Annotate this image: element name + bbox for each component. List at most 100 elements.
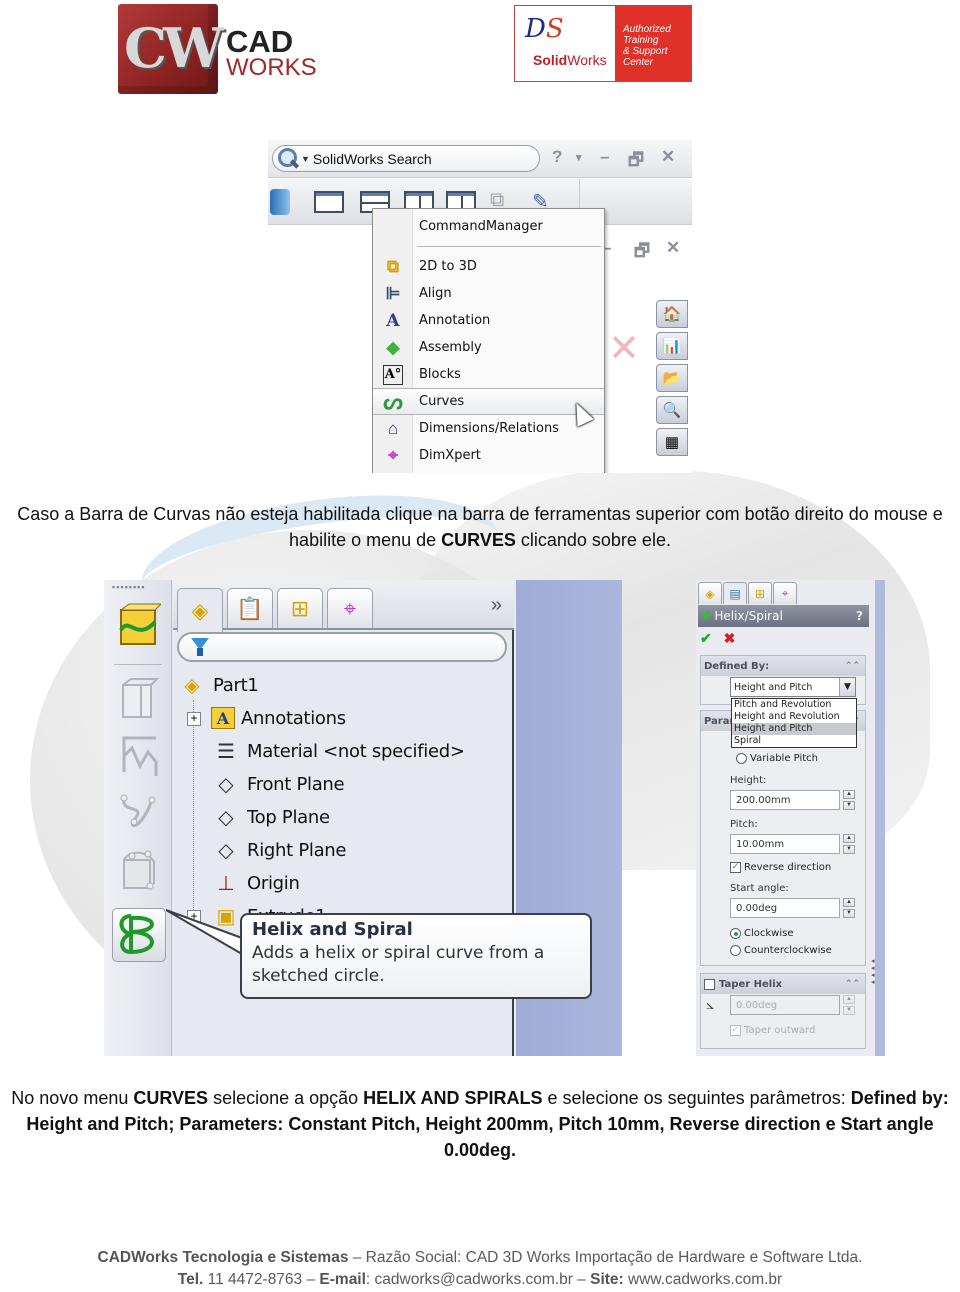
menu-item-2d-to-3d[interactable]: ⧉ 2D to 3D bbox=[373, 253, 604, 280]
taper-angle-input[interactable]: 0.00deg bbox=[730, 995, 840, 1015]
tab-property-manager[interactable]: ▤ bbox=[723, 582, 747, 604]
tab-feature-tree[interactable]: ◈ bbox=[177, 588, 223, 632]
home-icon[interactable]: 🏠 bbox=[656, 300, 688, 328]
option-pitch-and-revolution[interactable]: Pitch and Revolution bbox=[732, 699, 856, 711]
option-height-and-pitch[interactable]: Height and Pitch bbox=[732, 723, 856, 735]
menu-item-commandmanager[interactable]: CommandManager bbox=[373, 213, 604, 240]
option-spiral[interactable]: Spiral bbox=[732, 735, 856, 747]
help-button[interactable]: ? bbox=[856, 609, 863, 623]
site-link[interactable]: www.cadworks.com.br bbox=[624, 1271, 782, 1288]
tab-configuration-manager[interactable]: ⊞ bbox=[748, 582, 772, 604]
menu-item-align[interactable]: ⊫ Align bbox=[373, 280, 604, 307]
tab-dimxpert-manager[interactable]: ⌖ bbox=[327, 588, 373, 628]
tree-item-material[interactable]: ☰ Material <not specified> bbox=[211, 736, 465, 766]
cancel-button[interactable]: ✖ bbox=[724, 630, 736, 646]
option-height-and-revolution[interactable]: Height and Revolution bbox=[732, 711, 856, 723]
defined-by-header[interactable]: Defined By: ⌃⌃ bbox=[701, 656, 865, 676]
logo-works-text: WORKS bbox=[226, 54, 317, 81]
tab-property-manager[interactable]: 📋 bbox=[227, 588, 273, 628]
cadworks-logo: CW CAD WORKS bbox=[118, 4, 328, 96]
view-cube-icon[interactable] bbox=[270, 189, 290, 215]
pitch-spinner[interactable]: ▲ ▼ bbox=[843, 834, 855, 854]
screenshot-helix-property-manager: ◈ ▤ ⊞ ⌖ ꗃ Helix/Spiral ? ✔ ✖ Defined By:… bbox=[696, 580, 885, 1056]
tree-root-part[interactable]: ◈ Part1 bbox=[177, 670, 258, 700]
file-explorer-icon[interactable]: 📂 bbox=[656, 364, 688, 392]
tab-feature-tree[interactable]: ◈ bbox=[698, 582, 722, 604]
ok-cancel-bar: ✔ ✖ bbox=[700, 630, 735, 647]
design-library-icon[interactable]: 📊 bbox=[656, 332, 688, 360]
restore-icon[interactable]: 🗗 bbox=[628, 147, 644, 176]
tree-item-annotations[interactable]: A Annotations bbox=[211, 703, 346, 733]
search-3d-icon[interactable]: 🔍 bbox=[656, 396, 688, 424]
help-icon[interactable]: ? bbox=[552, 147, 562, 167]
height-spinner[interactable]: ▲ ▼ bbox=[843, 790, 855, 810]
clockwise-radio[interactable]: Clockwise bbox=[730, 928, 794, 939]
minimize-icon[interactable]: – bbox=[600, 147, 609, 167]
defined-by-select[interactable]: Height and Pitch ▼ bbox=[730, 677, 856, 697]
menu-item-dimxpert[interactable]: ⌖ DimXpert bbox=[373, 442, 604, 469]
context-menu: CommandManager ⧉ 2D to 3D ⊫ Align A Anno… bbox=[372, 208, 605, 473]
projected-curve-icon[interactable] bbox=[116, 676, 162, 722]
authorized-badge: Authorized Training & Support Center bbox=[615, 6, 691, 81]
toolbar-grip[interactable]: ▪▪▪▪▪▪▪▪ bbox=[112, 582, 146, 592]
feature-manager-tabs: ◈ 📋 ⊞ ⌖ » bbox=[173, 580, 514, 632]
split-line-icon[interactable] bbox=[116, 602, 162, 648]
menu-item-annotation[interactable]: A Annotation bbox=[373, 307, 604, 334]
close-icon[interactable]: ✕ bbox=[661, 147, 675, 167]
configuration-icon: ⊞ bbox=[754, 586, 766, 601]
doc-close-icon[interactable]: ✕ bbox=[666, 238, 680, 258]
start-angle-spinner[interactable]: ▲ ▼ bbox=[843, 898, 855, 918]
helix-spiral-button[interactable] bbox=[112, 908, 166, 962]
help-dropdown-icon[interactable]: ▾ bbox=[576, 151, 582, 164]
property-tabs: ◈ ▤ ⊞ ⌖ bbox=[696, 580, 875, 604]
tab-configuration-manager[interactable]: ⊞ bbox=[277, 588, 323, 628]
filter-input[interactable] bbox=[177, 632, 507, 662]
solidworks-name: SolidWorks bbox=[533, 52, 607, 68]
align-icon: ⊫ bbox=[385, 283, 401, 303]
reverse-direction-checkbox[interactable]: ✓ Reverse direction bbox=[730, 862, 831, 873]
height-input[interactable]: 200.00mm bbox=[730, 790, 840, 810]
property-manager-icon: ▤ bbox=[729, 586, 741, 601]
variable-pitch-radio[interactable]: Variable Pitch bbox=[736, 753, 818, 764]
taper-helix-checkbox[interactable] bbox=[704, 978, 717, 990]
curve-through-points-icon[interactable] bbox=[116, 790, 162, 836]
taper-helix-header[interactable]: Taper Helix ⌃⌃ bbox=[701, 974, 865, 994]
more-tabs-icon[interactable]: » bbox=[491, 594, 502, 617]
menu-item-assembly[interactable]: ◆ Assembly bbox=[373, 334, 604, 361]
instruction-paragraph-1: Caso a Barra de Curvas não esteja habili… bbox=[17, 504, 943, 550]
email-link[interactable]: : cadworks@cadworks.com.br – bbox=[366, 1271, 590, 1288]
collapse-icon[interactable]: ⌃⌃ bbox=[845, 661, 860, 671]
taper-angle-spinner[interactable]: ▲ ▼ bbox=[843, 995, 855, 1015]
panel-collapse-handle[interactable]: ◂ ◂ ◂ ◂ bbox=[871, 958, 875, 988]
curve-through-reference-points-icon[interactable] bbox=[116, 848, 162, 894]
instruction-paragraph-2: No novo menu CURVES selecione a opção HE… bbox=[11, 1088, 949, 1160]
expand-toggle[interactable]: + bbox=[187, 712, 201, 726]
plane-icon: ◇ bbox=[218, 773, 234, 796]
taper-outward-checkbox[interactable]: ✓ Taper outward bbox=[730, 1025, 815, 1036]
tree-item-top-plane[interactable]: ◇ Top Plane bbox=[211, 802, 330, 832]
tab-dimxpert-manager[interactable]: ⌖ bbox=[773, 582, 797, 604]
spin-down-icon: ▼ bbox=[843, 1006, 855, 1015]
doc-restore-icon[interactable]: 🗗 bbox=[634, 238, 650, 267]
chevron-down-icon[interactable]: ▼ bbox=[839, 678, 855, 696]
single-view-icon[interactable] bbox=[314, 191, 344, 213]
task-pane: 🏠 📊 📂 🔍 ▦ bbox=[656, 300, 692, 473]
helix-icon bbox=[119, 914, 154, 955]
tree-item-front-plane[interactable]: ◇ Front Plane bbox=[211, 769, 344, 799]
pitch-input[interactable]: 10.00mm bbox=[730, 834, 840, 854]
tree-item-right-plane[interactable]: ◇ Right Plane bbox=[211, 835, 346, 865]
menu-item-dimensions-relations[interactable]: ⌂ Dimensions/Relations bbox=[373, 415, 604, 442]
collapse-icon[interactable]: ⌃⌃ bbox=[845, 979, 860, 989]
view-palette-icon[interactable]: ▦ bbox=[656, 428, 688, 456]
composite-curve-icon[interactable] bbox=[116, 732, 162, 778]
search-input[interactable]: ▼ SolidWorks Search bbox=[272, 145, 540, 172]
ok-button[interactable]: ✔ bbox=[700, 630, 712, 646]
start-angle-input[interactable]: 0.00deg bbox=[730, 898, 840, 918]
spin-down-icon: ▼ bbox=[843, 801, 855, 810]
tree-item-origin[interactable]: ⊥ Origin bbox=[211, 868, 300, 898]
tooltip-pointer bbox=[166, 909, 243, 956]
dropdown-arrow-icon[interactable]: ▼ bbox=[301, 154, 310, 164]
counterclockwise-radio[interactable]: Counterclockwise bbox=[730, 945, 832, 956]
menu-item-blocks[interactable]: A° Blocks bbox=[373, 361, 604, 388]
property-manager-icon: 📋 bbox=[236, 595, 264, 621]
